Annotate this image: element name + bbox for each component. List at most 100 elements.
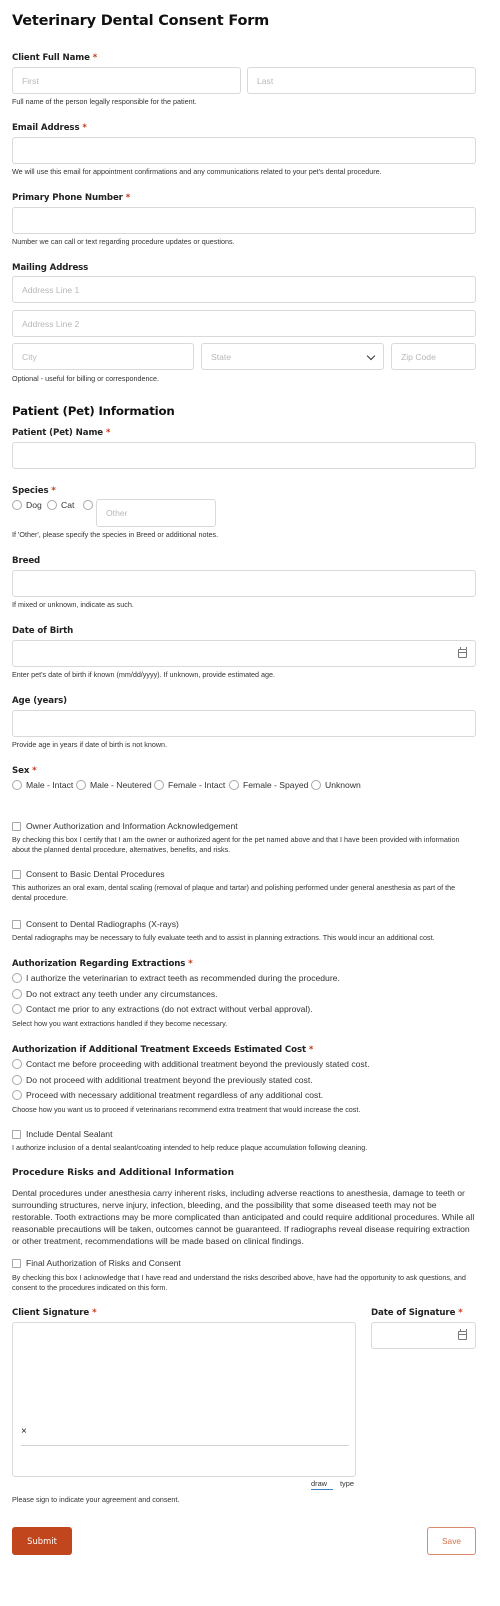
radio-circle[interactable] xyxy=(311,780,321,790)
species-radio-cat[interactable]: Cat xyxy=(47,500,74,510)
address-label: Mailing Address xyxy=(12,263,89,273)
extractions-radio-authorize[interactable]: I authorize the veterinarian to extract … xyxy=(12,973,340,983)
radio-circle[interactable] xyxy=(154,780,164,790)
sealant-label: Include Dental Sealant xyxy=(26,1129,113,1139)
signature-pad[interactable]: × xyxy=(12,1322,356,1477)
radio-circle[interactable] xyxy=(12,1004,22,1014)
patient-section-title: Patient (Pet) Information xyxy=(12,404,175,418)
sealant-checkbox[interactable]: Include Dental Sealant xyxy=(12,1129,112,1139)
risks-text: Dental procedures under anesthesia carry… xyxy=(12,1188,475,1246)
required-mark: * xyxy=(188,959,193,969)
radiographs-help: Dental radiographs may be necessary to f… xyxy=(12,933,435,942)
radio-circle[interactable] xyxy=(83,500,93,510)
address-line1-input[interactable]: Address Line 1 xyxy=(12,276,476,303)
radio-circle[interactable] xyxy=(12,500,22,510)
radiographs-checkbox[interactable]: Consent to Dental Radiographs (X-rays) xyxy=(12,919,179,929)
signature-date-label: Date of Signature * xyxy=(371,1308,463,1318)
phone-input[interactable] xyxy=(12,207,476,234)
dob-input[interactable] xyxy=(12,640,476,667)
owner-auth-checkbox[interactable]: Owner Authorization and Information Ackn… xyxy=(12,821,238,831)
age-label: Age (years) xyxy=(12,696,67,706)
last-name-input[interactable]: Last xyxy=(247,67,476,94)
species-help: If 'Other', please specify the species i… xyxy=(12,530,219,539)
signature-help: Please sign to indicate your agreement a… xyxy=(12,1495,180,1504)
sealant-help: I authorize inclusion of a dental sealan… xyxy=(12,1143,368,1152)
treatment-radio-do-not-proceed[interactable]: Do not proceed with additional treatment… xyxy=(12,1075,313,1085)
species-other-placeholder: Other xyxy=(106,508,128,518)
radio-circle[interactable] xyxy=(12,780,22,790)
radio-circle[interactable] xyxy=(12,1059,22,1069)
checkbox-box[interactable] xyxy=(12,919,21,929)
additional-treatment-help: Choose how you want us to proceed if vet… xyxy=(12,1105,361,1114)
checkbox-box[interactable] xyxy=(12,821,21,831)
extractions-label: Authorization Regarding Extractions * xyxy=(12,959,193,969)
sex-radio-female-intact[interactable]: Female - Intact xyxy=(154,780,225,790)
first-name-placeholder: First xyxy=(22,76,39,86)
sex-radio-male-intact[interactable]: Male - Intact xyxy=(12,780,73,790)
signature-mode-type-tab[interactable]: type xyxy=(340,1479,354,1488)
basic-consent-label: Consent to Basic Dental Procedures xyxy=(26,869,165,879)
radio-circle[interactable] xyxy=(47,500,57,510)
city-input[interactable]: City xyxy=(12,343,194,370)
address-line2-placeholder: Address Line 2 xyxy=(22,319,80,329)
state-select[interactable]: State xyxy=(201,343,384,370)
last-name-placeholder: Last xyxy=(257,76,274,86)
address-line1-placeholder: Address Line 1 xyxy=(22,285,80,295)
radio-circle[interactable] xyxy=(12,1075,22,1085)
radio-circle[interactable] xyxy=(76,780,86,790)
signature-mode-draw-tab[interactable]: draw xyxy=(311,1479,327,1488)
submit-button[interactable]: Submit Consent xyxy=(12,1527,72,1574)
save-button[interactable]: Save xyxy=(427,1527,476,1555)
phone-help: Number we can call or text regarding pro… xyxy=(12,237,235,246)
breed-label: Breed xyxy=(12,556,41,566)
radio-circle[interactable] xyxy=(12,1090,22,1100)
extractions-label-text: Authorization Regarding Extractions xyxy=(12,959,186,969)
sex-label: Sex * xyxy=(12,766,37,776)
signature-date-input[interactable] xyxy=(371,1322,476,1349)
required-mark: * xyxy=(32,766,37,776)
final-auth-checkbox[interactable]: Final Authorization of Risks and Consent xyxy=(12,1258,181,1268)
zip-input[interactable]: Zip Code xyxy=(391,343,476,370)
age-input[interactable] xyxy=(12,710,476,737)
owner-auth-help: By checking this box I certify that I am… xyxy=(12,835,460,854)
signature-baseline xyxy=(21,1445,349,1446)
sex-radio-female-spayed[interactable]: Female - Spayed xyxy=(229,780,308,790)
sex-radio-unknown[interactable]: Unknown xyxy=(311,780,361,790)
radio-circle[interactable] xyxy=(12,973,22,983)
treatment-option-label: Do not proceed with additional treatment… xyxy=(26,1075,313,1085)
basic-consent-checkbox[interactable]: Consent to Basic Dental Procedures xyxy=(12,869,165,879)
species-radio-dog[interactable]: Dog xyxy=(12,500,42,510)
chevron-down-icon xyxy=(366,351,376,361)
species-radio-other[interactable] xyxy=(83,500,93,510)
radiographs-label: Consent to Dental Radiographs (X-rays) xyxy=(26,919,179,929)
sex-radio-male-neutered[interactable]: Male - Neutered xyxy=(76,780,152,790)
dob-label: Date of Birth xyxy=(12,626,74,636)
address-help: Optional - useful for billing or corresp… xyxy=(12,374,160,383)
breed-input[interactable] xyxy=(12,570,476,597)
radio-circle[interactable] xyxy=(229,780,239,790)
species-other-input[interactable]: Other xyxy=(96,499,216,527)
additional-treatment-label-text: Authorization if Additional Treatment Ex… xyxy=(12,1045,306,1055)
checkbox-box[interactable] xyxy=(12,1258,21,1268)
checkbox-box[interactable] xyxy=(12,1129,21,1139)
extractions-option-label: Contact me prior to any extractions (do … xyxy=(26,1004,313,1014)
extractions-radio-none[interactable]: Do not extract any teeth under any circu… xyxy=(12,989,218,999)
treatment-radio-contact[interactable]: Contact me before proceeding with additi… xyxy=(12,1059,369,1069)
first-name-input[interactable]: First xyxy=(12,67,241,94)
radio-circle[interactable] xyxy=(12,989,22,999)
sex-option-label: Female - Intact xyxy=(168,780,226,790)
checkbox-box[interactable] xyxy=(12,869,21,879)
address-line2-input[interactable]: Address Line 2 xyxy=(12,310,476,337)
email-input[interactable] xyxy=(12,137,476,164)
signature-clear-icon[interactable]: × xyxy=(21,1426,27,1437)
species-option-label: Cat xyxy=(61,500,75,510)
calendar-icon[interactable] xyxy=(458,647,467,658)
type-tab-label: type xyxy=(340,1479,354,1488)
calendar-icon[interactable] xyxy=(458,1329,467,1340)
extractions-option-label: I authorize the veterinarian to extract … xyxy=(26,973,340,983)
pet-name-input[interactable] xyxy=(12,442,476,469)
extractions-radio-contact[interactable]: Contact me prior to any extractions (do … xyxy=(12,1004,313,1014)
treatment-radio-proceed[interactable]: Proceed with necessary additional treatm… xyxy=(12,1090,323,1100)
draw-tab-underline xyxy=(311,1489,333,1490)
form-title: Veterinary Dental Consent Form xyxy=(12,13,270,29)
